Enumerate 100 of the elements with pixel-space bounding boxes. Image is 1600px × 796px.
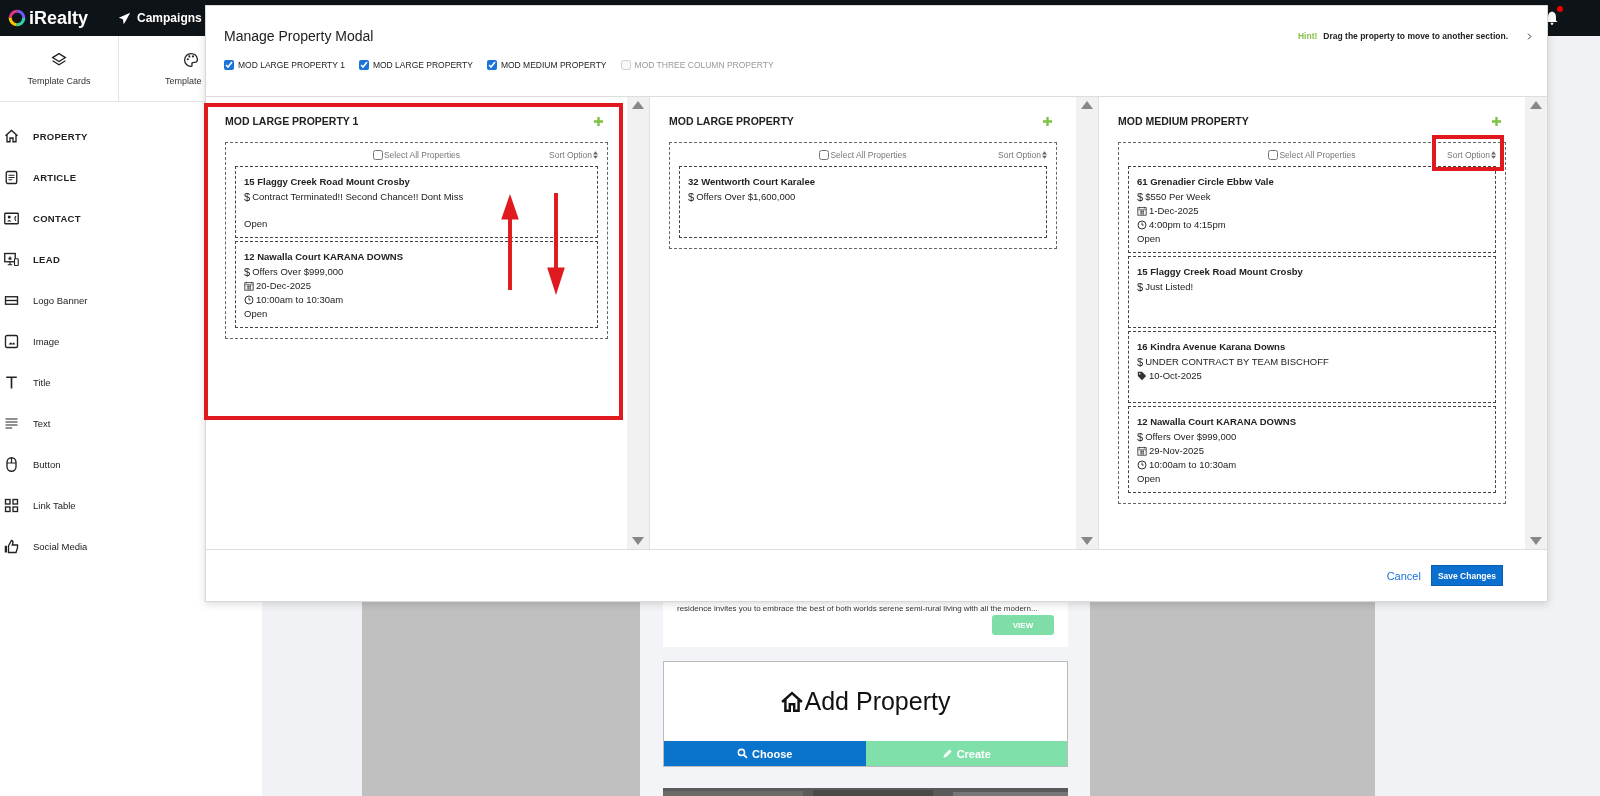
image-icon [4, 334, 19, 349]
sidebar-item[interactable]: Button [0, 444, 120, 485]
sidebar-item[interactable]: Link Table [0, 485, 120, 526]
mouse-icon [4, 457, 19, 472]
property-item[interactable]: 32 Wentworth Court Karalee $ Offers Over $1,600,000 [679, 166, 1047, 238]
property-item[interactable]: 61 Grenadier Circle Ebbw Vale $ $550 Per Week 1-Dec-2025 4:00pm to 4:15pm Open [1128, 166, 1496, 253]
thumbs-up-icon [4, 539, 19, 554]
sidebar-item[interactable]: Title [0, 362, 120, 403]
property-price: Contract Terminated!! Second Chance!! Dont Miss [252, 190, 464, 204]
scrollbar[interactable] [1076, 97, 1098, 549]
sort-option-button[interactable]: Sort Option [1447, 150, 1496, 160]
dollar-icon: $ [1137, 355, 1144, 369]
clock-icon [1137, 460, 1147, 470]
property-price: Just Listed! [1145, 280, 1194, 294]
plus-icon[interactable] [1491, 115, 1502, 127]
paper-plane-icon [118, 11, 132, 25]
add-property-title: Add Property [804, 687, 951, 716]
sidebar-tab[interactable]: Template Cards [0, 36, 119, 102]
sort-option-button[interactable]: Sort Option [998, 150, 1047, 160]
contact-card-icon [4, 211, 19, 226]
property-status: Open [244, 217, 268, 231]
palette-icon [183, 51, 199, 68]
scroll-up-icon[interactable] [1530, 101, 1542, 109]
save-changes-button[interactable]: Save Changes [1430, 565, 1503, 586]
checkbox[interactable] [372, 150, 383, 160]
property-price: Offers Over $1,600,000 [696, 190, 796, 204]
clock-icon [244, 295, 254, 305]
calendar-icon [244, 281, 254, 291]
property-item[interactable]: 12 Nawalla Court KARANA DOWNS $ Offers Over $999,000 29-Nov-2025 10:00am to 10:30am Open [1128, 406, 1496, 493]
property-status: Open [244, 307, 268, 321]
scroll-up-icon[interactable] [632, 101, 644, 109]
up-arrow-icon [500, 194, 520, 292]
property-address: 32 Wentworth Court Karalee [688, 176, 817, 187]
checkbox[interactable] [819, 150, 830, 160]
scroll-down-icon[interactable] [1530, 537, 1542, 545]
calendar-icon [1137, 206, 1147, 216]
property-address: 15 Flaggy Creek Road Mount Crosby [244, 176, 411, 187]
dollar-icon: $ [244, 265, 251, 279]
logo-text: iRealty [29, 7, 89, 29]
home-icon [780, 690, 803, 713]
hint-text: Drag the property to move to another section. [1323, 31, 1508, 41]
property-time: 4:00pm to 4:15pm [1149, 218, 1226, 232]
property-price: Offers Over $999,000 [1145, 430, 1237, 444]
lines-icon [4, 416, 19, 431]
scroll-down-icon[interactable] [632, 537, 644, 545]
property-description: residence invites you to embrace the best of both worlds serene semi-rural living with all the modern... [677, 603, 1039, 614]
sort-option-button[interactable]: Sort Option [549, 150, 598, 160]
property-item[interactable]: 16 Kindra Avenue Karana Downs $ UNDER CONTRACT BY TEAM BISCHOFF 10-Oct-2025 [1128, 331, 1496, 403]
t-letter-icon [4, 375, 19, 390]
property-date: 20-Dec-2025 [256, 279, 311, 293]
sidebar-item[interactable]: Social Media [0, 526, 120, 567]
layers-icon [51, 51, 67, 68]
property-status: Open [1137, 232, 1161, 246]
logo-icon [8, 9, 26, 27]
sidebar-item[interactable]: PROPERTY [0, 116, 120, 157]
sidebar-item[interactable]: ARTICLE [0, 157, 120, 198]
property-date: 29-Nov-2025 [1149, 444, 1204, 458]
calendar-icon [1137, 446, 1147, 456]
sidebar-item[interactable]: Image [0, 321, 120, 362]
checkbox[interactable] [1268, 150, 1279, 160]
property-date: 1-Dec-2025 [1149, 204, 1199, 218]
checkbox[interactable] [224, 60, 234, 70]
property-address: 12 Nawalla Court KARANA DOWNS [1137, 416, 1298, 427]
scrollbar[interactable] [627, 97, 649, 549]
dollar-icon: $ [244, 190, 251, 204]
cancel-link[interactable]: Cancel [1386, 569, 1421, 582]
sidebar-item[interactable]: LEAD [0, 239, 120, 280]
checkbox-label: Select All Properties [383, 150, 461, 160]
dollar-icon: $ [1137, 430, 1144, 444]
search-icon [737, 748, 749, 759]
scroll-up-icon[interactable] [1081, 101, 1093, 109]
hint-label: Hint! [1297, 31, 1318, 41]
property-status: Open [1137, 472, 1161, 486]
nav-link[interactable]: Campaigns [118, 11, 202, 25]
plus-icon[interactable] [593, 115, 604, 127]
checkbox[interactable] [358, 60, 369, 70]
property-item[interactable]: 15 Flaggy Creek Road Mount Crosby $ Just Listed! [1128, 256, 1496, 328]
scroll-down-icon[interactable] [1081, 537, 1093, 545]
property-date: 10-Oct-2025 [1149, 369, 1202, 383]
checkbox-label: MOD LARGE PROPERTY [372, 60, 473, 70]
column-title: MOD MEDIUM PROPERTY [1118, 115, 1249, 127]
sort-icon [593, 151, 598, 159]
scrollbar[interactable] [1525, 97, 1547, 549]
choose-button[interactable]: Choose [664, 741, 866, 766]
property-time: 10:00am to 10:30am [256, 293, 344, 307]
dollar-icon: $ [1137, 190, 1144, 204]
sidebar-item[interactable]: Logo Banner [0, 280, 120, 321]
checkbox-label: Select All Properties [830, 150, 907, 160]
home-icon [4, 129, 19, 144]
sidebar-item[interactable]: Text [0, 403, 120, 444]
dollar-icon: $ [688, 190, 695, 204]
tag-icon [1137, 371, 1147, 381]
checkbox-label: Select All Properties [1279, 150, 1356, 160]
property-price: $550 Per Week [1145, 190, 1211, 204]
sort-icon [1491, 151, 1496, 159]
sidebar-item[interactable]: CONTACT [0, 198, 120, 239]
checkbox[interactable] [486, 60, 497, 70]
chevron-right-icon[interactable] [1526, 32, 1533, 40]
plus-icon[interactable] [1042, 115, 1053, 127]
property-address: 61 Grenadier Circle Ebbw Vale [1137, 176, 1275, 187]
